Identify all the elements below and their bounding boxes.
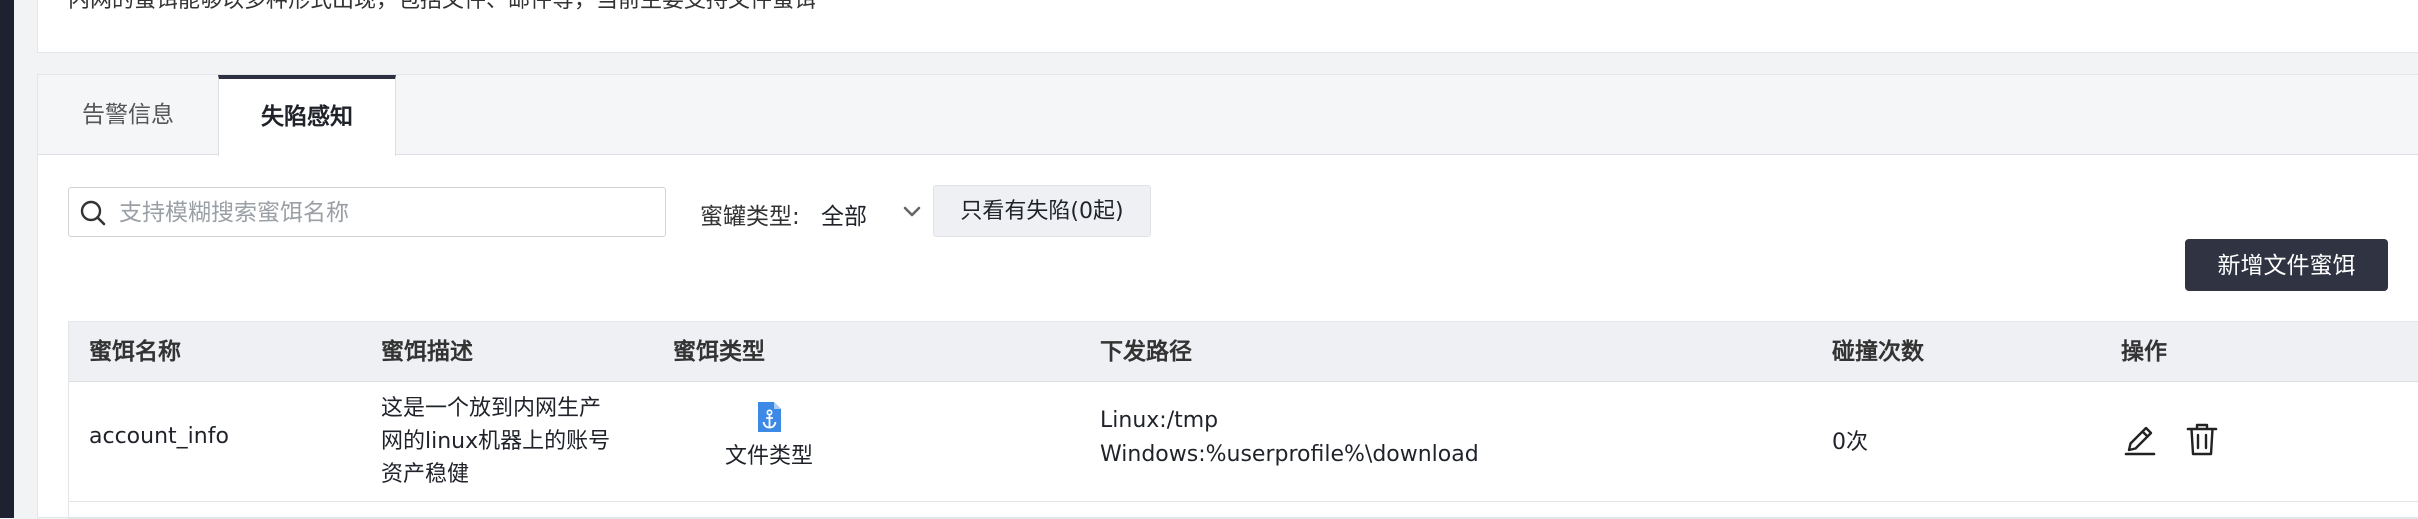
add-file-bait-button[interactable]: 新增文件蜜饵 (2185, 239, 2388, 291)
search-input[interactable] (117, 196, 651, 230)
header-bait-name: 蜜饵名称 (89, 339, 181, 365)
chevron-down-icon (903, 206, 921, 217)
honeypot-type-select[interactable]: 全部 (821, 189, 941, 233)
header-actions: 操作 (2121, 339, 2167, 365)
notice-text: 内网的蜜饵能够以多种形式出现，包括文件、邮件等，当前主要支持文件蜜饵 (68, 0, 817, 13)
header-bait-type: 蜜饵类型 (673, 339, 765, 365)
left-edge-strip (0, 0, 14, 518)
deploy-path-linux: Linux:/tmp (1100, 408, 1219, 433)
tab-compromise-awareness[interactable]: 失陷感知 (218, 75, 396, 156)
bait-type-label: 文件类型 (724, 444, 813, 469)
honeypot-type-label: 蜜罐类型: (700, 204, 800, 230)
deploy-path-cell: Linux:/tmp Windows:%userprofile%\downloa… (1100, 404, 1479, 472)
delete-icon[interactable] (2183, 420, 2221, 458)
collision-count-cell: 0次 (1832, 430, 1868, 455)
tab-alert-info[interactable]: 告警信息 (38, 75, 218, 155)
header-collision-count: 碰撞次数 (1832, 339, 1924, 365)
table-row: account_info 这是一个放到内网生产网的linux机器上的账号资产稳健… (69, 382, 2418, 502)
search-field[interactable] (68, 187, 666, 237)
bait-table: 蜜饵名称 蜜饵描述 蜜饵类型 下发路径 碰撞次数 操作 account_info… (68, 321, 2418, 519)
bait-name-cell: account_info (89, 424, 229, 449)
file-anchor-icon (758, 402, 781, 432)
notice-card: 内网的蜜饵能够以多种形式出现，包括文件、邮件等，当前主要支持文件蜜饵 (37, 0, 2418, 53)
only-compromised-button[interactable]: 只看有失陷(0起) (933, 185, 1151, 237)
main-panel: 告警信息 失陷感知 蜜罐类型: 全部 只看有失陷(0起) 新增文件蜜饵 蜜饵名称… (37, 74, 2418, 519)
tab-bar: 告警信息 失陷感知 (38, 75, 2418, 156)
honeypot-type-value: 全部 (821, 204, 867, 230)
bait-description-cell: 这是一个放到内网生产网的linux机器上的账号资产稳健 (381, 396, 611, 487)
bait-type-cell: 文件类型 (699, 400, 839, 470)
row-actions (2121, 420, 2231, 460)
header-deploy-path: 下发路径 (1100, 339, 1192, 365)
header-bait-description: 蜜饵描述 (381, 339, 473, 365)
deploy-path-windows: Windows:%userprofile%\download (1100, 442, 1479, 467)
edit-icon[interactable] (2121, 420, 2159, 458)
search-icon (80, 200, 106, 226)
table-header: 蜜饵名称 蜜饵描述 蜜饵类型 下发路径 碰撞次数 操作 (69, 322, 2418, 382)
